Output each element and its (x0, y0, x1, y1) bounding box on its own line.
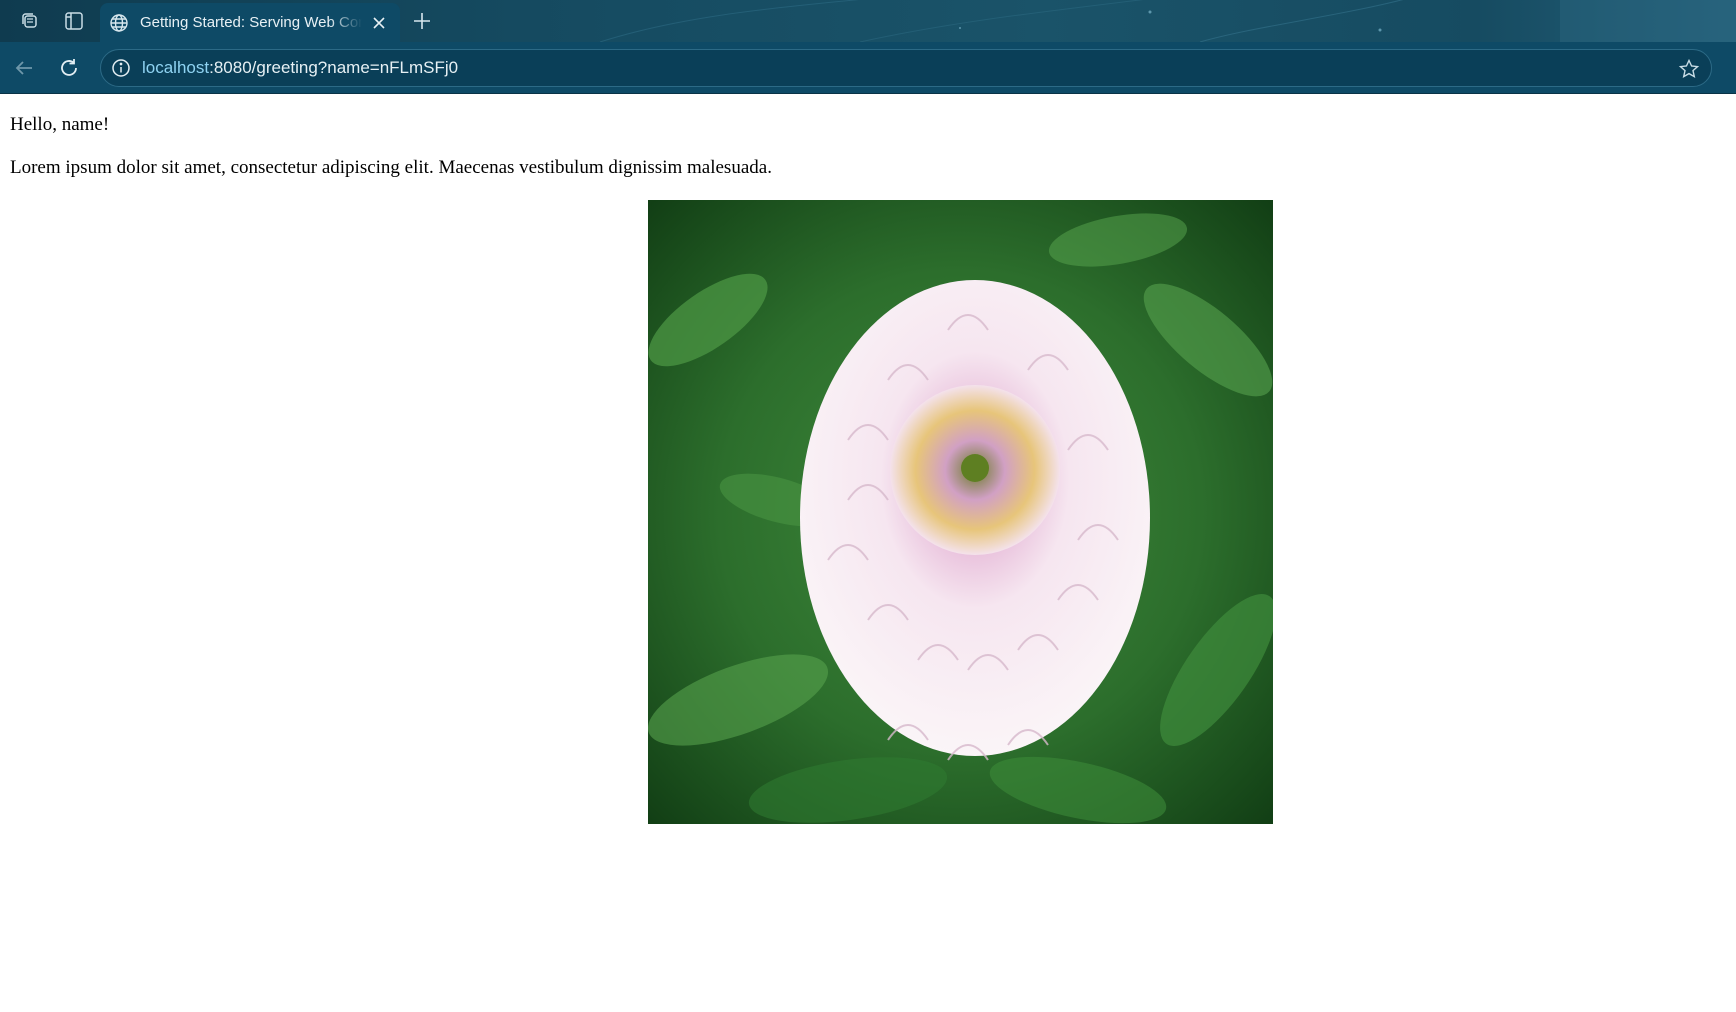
tab-strip: Getting Started: Serving Web Content (0, 0, 1736, 42)
url-text[interactable]: localhost:8080/greeting?name=nFLmSFj0 (142, 58, 458, 78)
tab-title: Getting Started: Serving Web Content (140, 14, 362, 31)
tab-actions-icon[interactable] (60, 7, 88, 35)
plus-icon[interactable] (408, 7, 436, 35)
address-bar[interactable]: localhost:8080/greeting?name=nFLmSFj0 (100, 49, 1712, 87)
greeting-text: Hello, name! (10, 114, 110, 135)
close-icon[interactable] (368, 12, 390, 34)
flower-image (648, 200, 1273, 824)
active-tab[interactable]: Getting Started: Serving Web Content (100, 3, 400, 42)
back-arrow-icon[interactable] (10, 54, 38, 82)
globe-icon (108, 12, 130, 34)
info-icon[interactable] (110, 57, 132, 79)
page-content: Hello, name! Lorem ipsum dolor sit amet,… (0, 94, 1736, 1012)
star-icon[interactable] (1677, 57, 1701, 81)
navigation-toolbar: localhost:8080/greeting?name=nFLmSFj0 (0, 42, 1736, 94)
workspaces-icon[interactable] (16, 7, 44, 35)
lorem-paragraph: Lorem ipsum dolor sit amet, consectetur … (10, 157, 772, 178)
url-host: localhost (142, 58, 210, 77)
reload-icon[interactable] (55, 54, 83, 82)
url-path: :8080/greeting?name=nFLmSFj0 (209, 58, 459, 77)
